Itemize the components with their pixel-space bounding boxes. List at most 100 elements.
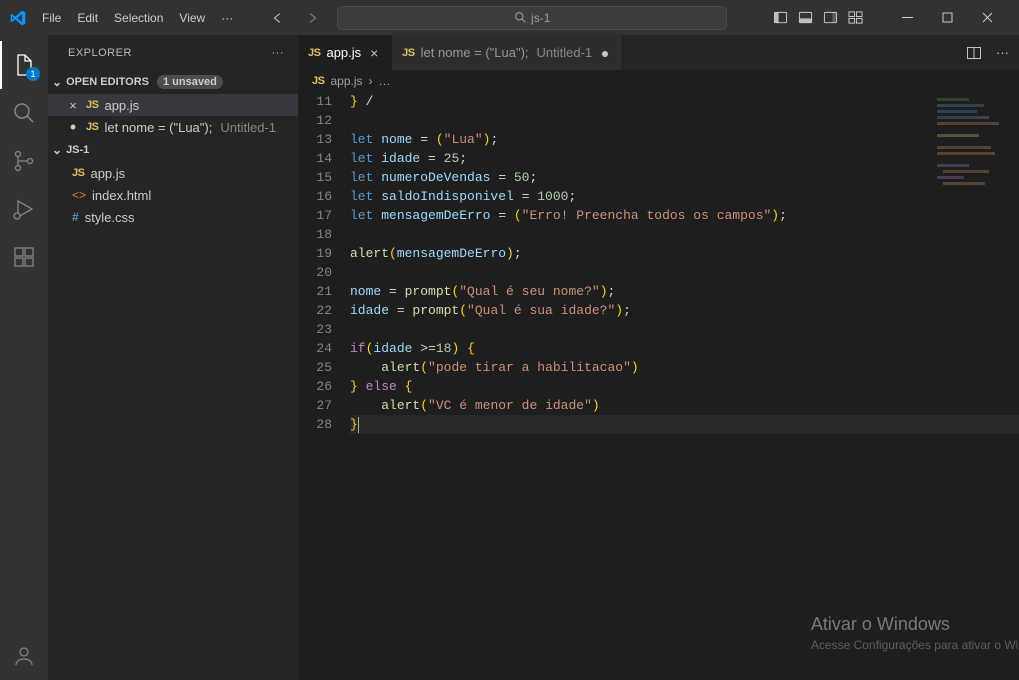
- menu-selection[interactable]: Selection: [106, 7, 171, 29]
- command-search-input[interactable]: js-1: [337, 6, 727, 30]
- code-line[interactable]: [350, 320, 1019, 339]
- menu-overflow-icon[interactable]: ···: [213, 7, 241, 29]
- line-number: 14: [298, 149, 332, 168]
- js-file-icon: JS: [86, 121, 98, 133]
- open-editor-item[interactable]: × JS app.js: [48, 94, 298, 116]
- line-number: 19: [298, 244, 332, 263]
- workspace-file-item[interactable]: # style.css: [48, 206, 298, 228]
- layout-customize-icon[interactable]: [848, 10, 863, 25]
- explorer-badge: 1: [26, 67, 40, 81]
- open-editors-header[interactable]: ⌄ OPEN EDITORS 1 unsaved: [48, 70, 298, 94]
- workspace-file-item[interactable]: JSapp.js: [48, 162, 298, 184]
- code-editor[interactable]: 111213141516171819202122232425262728 } /…: [298, 92, 1019, 680]
- line-number: 17: [298, 206, 332, 225]
- menu-edit[interactable]: Edit: [69, 7, 106, 29]
- line-number: 23: [298, 320, 332, 339]
- js-file-icon: JS: [72, 167, 84, 179]
- code-line[interactable]: nome = prompt("Qual é seu nome?");: [350, 282, 1019, 301]
- minimap[interactable]: [929, 92, 1019, 252]
- line-number: 28: [298, 415, 332, 434]
- open-editors-label: OPEN EDITORS: [66, 76, 149, 88]
- editor-tab[interactable]: JSlet nome = ("Lua");Untitled-1●: [392, 35, 623, 70]
- code-line[interactable]: let saldoIndisponivel = 1000;: [350, 187, 1019, 206]
- line-number: 26: [298, 377, 332, 396]
- line-number: 11: [298, 92, 332, 111]
- activity-source-control-icon[interactable]: [0, 137, 48, 185]
- js-file-icon: JS: [308, 47, 320, 59]
- titlebar: File Edit Selection View ··· js-1: [0, 0, 1019, 35]
- tab-subtitle: Untitled-1: [537, 45, 593, 60]
- line-number: 21: [298, 282, 332, 301]
- window-close-icon[interactable]: [967, 3, 1007, 33]
- unsaved-badge: 1 unsaved: [157, 75, 223, 89]
- breadcrumb[interactable]: JS app.js › …: [298, 70, 1019, 92]
- line-number: 15: [298, 168, 332, 187]
- menu-file[interactable]: File: [34, 7, 69, 29]
- explorer-sidebar: EXPLORER ··· ⌄ OPEN EDITORS 1 unsaved × J…: [48, 35, 298, 680]
- breadcrumb-file: app.js: [330, 74, 362, 88]
- line-number: 27: [298, 396, 332, 415]
- code-line[interactable]: alert(mensagemDeErro);: [350, 244, 1019, 263]
- js-file-icon: JS: [312, 75, 324, 87]
- file-subtitle: Untitled-1: [220, 120, 276, 135]
- code-line[interactable]: } /: [350, 92, 1019, 111]
- code-line[interactable]: let nome = ("Lua");: [350, 130, 1019, 149]
- editor-tab[interactable]: JS app.js ×: [298, 35, 392, 70]
- line-number: 25: [298, 358, 332, 377]
- file-name: style.css: [85, 210, 135, 225]
- layout-left-icon[interactable]: [773, 10, 788, 25]
- activity-explorer-icon[interactable]: 1: [0, 41, 48, 89]
- window-maximize-icon[interactable]: [927, 3, 967, 33]
- tab-label: app.js: [326, 45, 361, 60]
- layout-right-icon[interactable]: [823, 10, 838, 25]
- code-line[interactable]: [350, 225, 1019, 244]
- code-line[interactable]: [350, 263, 1019, 282]
- code-line[interactable]: let mensagemDeErro = ("Erro! Preencha to…: [350, 206, 1019, 225]
- tab-more-icon[interactable]: ···: [996, 45, 1009, 60]
- code-line[interactable]: }: [350, 415, 1019, 434]
- code-line[interactable]: if(idade >=18) {: [350, 339, 1019, 358]
- layout-bottom-icon[interactable]: [798, 10, 813, 25]
- chevron-down-icon: ⌄: [52, 143, 62, 157]
- code-lines[interactable]: } /let nome = ("Lua");let idade = 25;let…: [350, 92, 1019, 680]
- code-line[interactable]: alert("pode tirar a habilitacao"): [350, 358, 1019, 377]
- activity-extensions-icon[interactable]: [0, 233, 48, 281]
- split-editor-icon[interactable]: [966, 45, 982, 61]
- line-number: 24: [298, 339, 332, 358]
- css-file-icon: #: [72, 210, 79, 224]
- line-number: 18: [298, 225, 332, 244]
- line-number: 16: [298, 187, 332, 206]
- search-icon: [514, 11, 527, 24]
- command-search-text: js-1: [531, 11, 550, 25]
- open-editor-item[interactable]: •JSlet nome = ("Lua");Untitled-1: [48, 116, 298, 138]
- html-file-icon: <>: [72, 188, 86, 202]
- breadcrumb-separator: ›: [369, 74, 373, 88]
- nav-forward-icon[interactable]: [305, 11, 323, 25]
- js-file-icon: JS: [86, 99, 98, 111]
- workspace-header[interactable]: ⌄ JS-1: [48, 138, 298, 162]
- sidebar-title-row: EXPLORER ···: [48, 35, 298, 70]
- activity-account-icon[interactable]: [0, 632, 48, 680]
- file-name: app.js: [104, 98, 139, 113]
- tab-close-icon[interactable]: ×: [367, 45, 381, 61]
- activity-debug-icon[interactable]: [0, 185, 48, 233]
- activity-search-icon[interactable]: [0, 89, 48, 137]
- editor-tabs: JSapp.js×JSlet nome = ("Lua");Untitled-1…: [298, 35, 1019, 70]
- code-line[interactable]: [350, 111, 1019, 130]
- js-file-icon: JS: [402, 47, 414, 59]
- code-line[interactable]: } else {: [350, 377, 1019, 396]
- nav-back-icon[interactable]: [271, 11, 289, 25]
- code-line[interactable]: let idade = 25;: [350, 149, 1019, 168]
- window-minimize-icon[interactable]: [887, 3, 927, 33]
- menu-view[interactable]: View: [171, 7, 213, 29]
- line-number: 22: [298, 301, 332, 320]
- close-editor-icon[interactable]: ×: [66, 98, 80, 113]
- code-line[interactable]: idade = prompt("Qual é sua idade?");: [350, 301, 1019, 320]
- sidebar-more-icon[interactable]: ···: [272, 47, 285, 59]
- workspace-file-item[interactable]: <>index.html: [48, 184, 298, 206]
- line-number: 20: [298, 263, 332, 282]
- code-line[interactable]: alert("VC é menor de idade"): [350, 396, 1019, 415]
- modified-dot-icon: ●: [598, 45, 612, 61]
- code-line[interactable]: let numeroDeVendas = 50;: [350, 168, 1019, 187]
- line-number: 12: [298, 111, 332, 130]
